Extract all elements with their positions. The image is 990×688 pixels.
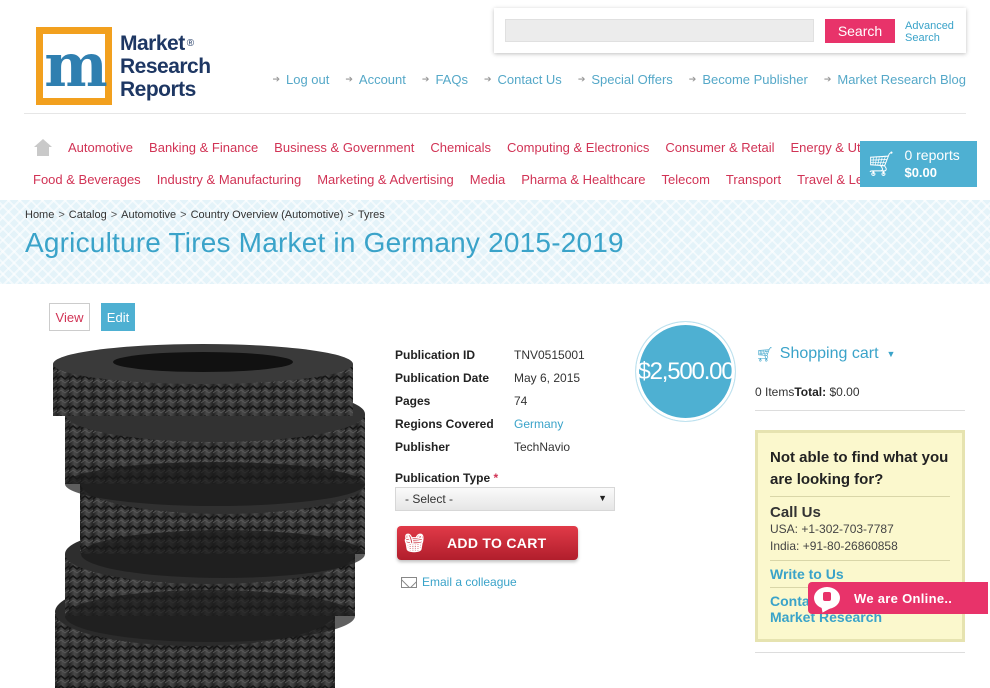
- arrow-icon: ➔: [483, 74, 492, 84]
- home-icon[interactable]: [34, 139, 52, 157]
- account-link[interactable]: ➔ Account: [345, 72, 406, 87]
- publication-type-label: Publication Type *: [395, 471, 499, 485]
- page-title: Agriculture Tires Market in Germany 2015…: [25, 227, 624, 258]
- envelope-icon: [401, 576, 417, 588]
- tab-edit[interactable]: Edit: [101, 303, 135, 331]
- detail-row: Publication ID TNV0515001: [395, 347, 585, 362]
- category-link[interactable]: Chemicals: [430, 140, 491, 155]
- detail-row: Publisher TechNavio: [395, 439, 571, 454]
- category-link[interactable]: Pharma & Healthcare: [521, 172, 645, 187]
- divider: [755, 410, 965, 411]
- detail-row: Pages 74: [395, 393, 528, 408]
- help-question: Not able to find what you are looking fo…: [770, 449, 949, 488]
- breadcrumb-link[interactable]: Automotive: [121, 209, 176, 221]
- category-link[interactable]: Consumer & Retail: [665, 140, 774, 155]
- live-chat-button[interactable]: We are Online..: [808, 582, 988, 614]
- email-colleague-link[interactable]: Email a colleague: [401, 575, 517, 589]
- arrow-icon: ➔: [823, 74, 832, 84]
- shopping-cart-dropdown[interactable]: 🛒︎ Shopping cart ▼: [756, 345, 895, 363]
- category-nav-row1: Automotive Banking & Finance Business & …: [68, 140, 905, 155]
- breadcrumb-current: Tyres: [357, 209, 385, 221]
- category-link[interactable]: Marketing & Advertising: [317, 172, 454, 187]
- price-badge: $2,500.00: [636, 322, 735, 421]
- become-publisher-link[interactable]: ➔ Become Publisher: [689, 72, 808, 87]
- breadcrumb-link[interactable]: Home: [25, 209, 54, 221]
- cart-amount: $0.00: [904, 165, 938, 180]
- tab-view[interactable]: View: [49, 303, 90, 331]
- breadcrumb: Home > Catalog > Automotive > Country Overview…: [25, 209, 385, 221]
- arrow-icon: ➔: [272, 74, 280, 84]
- breadcrumb-link[interactable]: Catalog: [69, 209, 107, 221]
- category-link[interactable]: Media: [470, 172, 505, 187]
- category-link[interactable]: Business & Government: [274, 140, 414, 155]
- basket-icon: 🧺︎: [402, 532, 426, 553]
- category-link[interactable]: Automotive: [68, 140, 133, 155]
- product-details: Publication ID TNV0515001 Publication Dat…: [395, 343, 585, 458]
- arrow-icon: ➔: [421, 74, 430, 84]
- chevron-down-icon: ▼: [886, 349, 896, 359]
- caret-down-icon: ▼: [598, 493, 607, 503]
- cart-icon: 🛒︎: [756, 345, 774, 362]
- category-link[interactable]: Food & Beverages: [33, 172, 141, 187]
- category-link[interactable]: Transport: [726, 172, 781, 187]
- breadcrumb-link[interactable]: Country Overview (Automotive): [191, 209, 344, 221]
- arrow-icon: ➔: [345, 74, 353, 84]
- site-logo[interactable]: m Market ® Research Reports: [36, 27, 211, 105]
- blog-link[interactable]: ➔ Market Research Blog: [824, 72, 966, 87]
- publication-type-select[interactable]: - Select - ▼: [395, 487, 615, 511]
- header-cart-button[interactable]: 🛒︎ 0 reports $0.00: [860, 141, 977, 187]
- cart-icon: 🛒︎: [866, 150, 897, 178]
- contact-us-link[interactable]: ➔ Contact Us: [484, 72, 562, 87]
- cart-count: 0 reports: [904, 147, 960, 163]
- search-input[interactable]: [505, 19, 814, 42]
- special-offers-link[interactable]: ➔ Special Offers: [578, 72, 673, 87]
- logo-mark: m: [36, 27, 112, 105]
- write-to-us-link[interactable]: Write to Us: [770, 566, 950, 582]
- category-link[interactable]: Computing & Electronics: [507, 140, 649, 155]
- logo-m-icon: m: [44, 31, 107, 101]
- category-link[interactable]: Industry & Manufacturing: [157, 172, 302, 187]
- product-image: [45, 344, 365, 688]
- category-nav-row2: Food & Beverages Industry & Manufacturin…: [33, 172, 907, 187]
- search-button[interactable]: Search: [825, 19, 895, 43]
- logout-link[interactable]: ➔ Log out: [272, 72, 329, 87]
- category-link[interactable]: Banking & Finance: [149, 140, 258, 155]
- arrow-icon: ➔: [688, 74, 697, 84]
- faqs-link[interactable]: ➔ FAQs: [422, 72, 468, 87]
- arrow-icon: ➔: [577, 74, 586, 84]
- logo-wordmark: Market ® Research Reports: [120, 32, 211, 101]
- detail-row: Regions Covered Germany: [395, 416, 564, 431]
- call-us-title: Call Us: [770, 504, 821, 521]
- add-to-cart-button[interactable]: 🧺︎ ADD TO CART: [397, 526, 578, 560]
- chat-bubble-icon: [814, 587, 840, 609]
- divider: [755, 652, 965, 653]
- detail-row: Publication Date May 6, 2015: [395, 370, 581, 385]
- region-link[interactable]: Germany: [514, 417, 563, 431]
- header-divider: [24, 113, 966, 114]
- top-nav: ➔ Log out ➔ Account ➔ FAQs ➔ Contact Us ➔ Spe…: [256, 72, 966, 87]
- india-phone: India: +91-80-26860858: [770, 539, 898, 553]
- usa-phone: USA: +1-302-703-7787: [770, 522, 894, 536]
- search-panel: Search Advanced Search: [494, 8, 966, 53]
- category-link[interactable]: Telecom: [662, 172, 710, 187]
- cart-summary: 0 ItemsTotal: $0.00: [755, 385, 860, 399]
- advanced-search-link[interactable]: Advanced Search: [905, 20, 954, 44]
